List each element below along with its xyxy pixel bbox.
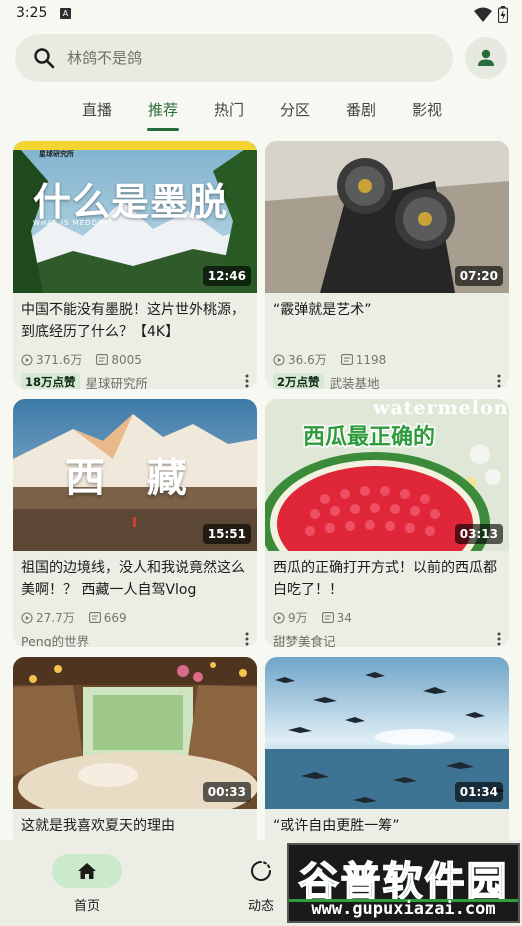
video-title[interactable]: “霰弹就是艺术”: [265, 293, 509, 349]
video-card[interactable]: 西 藏 15:51 祖国的边境线，没人和我说竟然这么美啊！？ 西藏一人自驾Vlo…: [13, 399, 257, 647]
video-stats: 371.6万 8005: [13, 349, 257, 368]
video-thumbnail[interactable]: watermelon 西瓜最正确的 03:13: [265, 399, 509, 551]
danmaku-icon: [321, 612, 334, 623]
play-count-icon: [273, 353, 285, 366]
danmaku-icon: [88, 612, 101, 623]
video-card[interactable]: 00:33 这就是我喜欢夏天的理由: [13, 657, 257, 847]
video-card[interactable]: 星球研究所 什么是墨脱 WHAT IS MEDOG? 12:46 中国不能没有墨…: [13, 141, 257, 389]
play-count-icon: [21, 353, 33, 366]
thumbnail-english-title: watermelon: [373, 399, 509, 419]
video-thumbnail[interactable]: 01:34: [265, 657, 509, 809]
tab-movies[interactable]: 影视: [394, 96, 460, 136]
video-title[interactable]: 中国不能没有墨脱！这片世外桃源，到底经历了什么？【4K】: [13, 293, 257, 349]
danmaku-count: 1198: [355, 352, 387, 367]
nav-dynamic-indicator: [226, 854, 296, 888]
danmaku-icon: [96, 354, 109, 365]
video-card[interactable]: watermelon 西瓜最正确的 03:13 西瓜的正确打开方式！以前的西瓜都…: [265, 399, 509, 647]
danmaku-icon: [340, 354, 353, 365]
more-options-icon[interactable]: [497, 632, 501, 646]
user-avatar-button[interactable]: [465, 37, 507, 79]
more-options-icon[interactable]: [245, 374, 249, 388]
play-count-icon: [273, 611, 285, 624]
battery-icon: [498, 6, 508, 23]
dynamic-icon: [251, 861, 271, 881]
video-duration: 15:51: [202, 524, 251, 544]
danmaku-count: 669: [103, 610, 127, 625]
video-stats: 36.6万 1198: [265, 349, 509, 368]
likes-badge: 2万点赞: [273, 373, 324, 389]
thumbnail-title: 什么是墨脱: [33, 179, 229, 224]
person-icon: [478, 49, 494, 66]
video-card[interactable]: 01:34 “或许自由更胜一筹”: [265, 657, 509, 847]
nav-home[interactable]: 首页: [27, 840, 147, 926]
tab-hot[interactable]: 热门: [196, 96, 262, 136]
nav-home-indicator: [52, 854, 122, 888]
search-icon: [34, 48, 55, 69]
video-title[interactable]: 西瓜的正确打开方式！以前的西瓜都白吃了！！: [265, 551, 509, 607]
video-stats: 9万 34: [265, 607, 509, 626]
video-title[interactable]: 祖国的边境线，没人和我说竟然这么美啊！？ 西藏一人自驾Vlog: [13, 551, 257, 607]
video-thumbnail[interactable]: 07:20: [265, 141, 509, 293]
view-count: 27.7万: [36, 611, 75, 625]
author-name[interactable]: 星球研究所: [86, 373, 149, 390]
search-bar[interactable]: [15, 34, 453, 82]
danmaku-count: 8005: [111, 352, 142, 367]
more-options-icon[interactable]: [497, 374, 501, 388]
video-meta: Peng的世界_: [13, 626, 257, 647]
view-count: 36.6万: [288, 353, 327, 367]
view-count: 9万: [288, 611, 308, 625]
more-options-icon[interactable]: [245, 632, 249, 646]
video-stats: 27.7万 669: [13, 607, 257, 626]
view-count: 371.6万: [36, 353, 83, 367]
video-duration: 01:34: [454, 782, 503, 802]
wifi-icon: [474, 7, 492, 22]
author-name[interactable]: 武装基地: [330, 373, 380, 390]
status-time: 3:25: [16, 5, 48, 21]
watermark-logo: 谷普软件园 www.gupuxiazai.com: [287, 843, 520, 923]
video-meta: 2万点赞 武装基地: [265, 368, 509, 389]
search-input[interactable]: [67, 34, 437, 82]
thumbnail-title: 西瓜最正确的: [301, 424, 436, 452]
video-duration: 12:46: [202, 266, 251, 286]
category-tabs: 直播 推荐 热门 分区 番剧 影视: [64, 96, 460, 136]
video-meta: 甜梦美食记: [265, 626, 509, 647]
video-meta: 18万点赞 星球研究所: [13, 368, 257, 389]
thumbnail-subtitle: WHAT IS MEDOG?: [33, 219, 110, 227]
thumbnail-title: 西 藏: [65, 454, 187, 501]
video-card[interactable]: 07:20 “霰弹就是艺术” 36.6万 1198 2万点赞 武装基地: [265, 141, 509, 389]
author-name[interactable]: Peng的世界_: [21, 631, 95, 648]
video-thumbnail[interactable]: 西 藏 15:51: [13, 399, 257, 551]
status-icons: [474, 6, 508, 23]
danmaku-count: 34: [336, 610, 352, 625]
tab-recommended[interactable]: 推荐: [130, 96, 196, 136]
video-duration: 07:20: [454, 266, 503, 286]
tab-anime[interactable]: 番剧: [328, 96, 394, 136]
nav-home-label: 首页: [73, 899, 100, 914]
author-name[interactable]: 甜梦美食记: [273, 631, 336, 648]
video-duration: 00:33: [202, 782, 251, 802]
play-count-icon: [21, 611, 33, 624]
notification-a-icon: A: [60, 8, 71, 19]
tab-categories[interactable]: 分区: [262, 96, 328, 136]
thumbnail-brand: 星球研究所: [39, 150, 74, 158]
likes-badge: 18万点赞: [21, 373, 80, 389]
tab-live[interactable]: 直播: [64, 96, 130, 136]
home-icon: [78, 863, 96, 879]
video-thumbnail[interactable]: 星球研究所 什么是墨脱 WHAT IS MEDOG? 12:46: [13, 141, 257, 293]
video-thumbnail[interactable]: 00:33: [13, 657, 257, 809]
watermark-url: www.gupuxiazai.com: [311, 899, 496, 919]
video-duration: 03:13: [454, 524, 503, 544]
status-bar: 3:25 A: [0, 0, 522, 28]
